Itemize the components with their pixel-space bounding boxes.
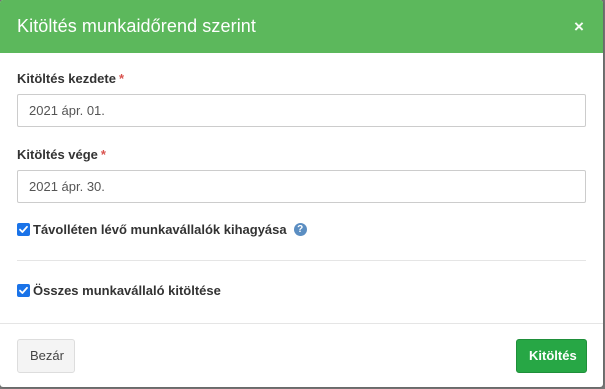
end-date-label: Kitöltés vége xyxy=(17,147,98,162)
fill-all-row: Összes munkavállaló kitöltése xyxy=(17,283,586,298)
fill-button[interactable]: Kitöltés xyxy=(516,338,587,373)
fill-all-checkbox[interactable] xyxy=(17,284,30,297)
fill-by-schedule-dialog: Kitöltés munkaidőrend szerint × Kitöltés… xyxy=(0,0,603,387)
required-marker: * xyxy=(100,147,106,162)
start-date-label-wrap: Kitöltés kezdete * xyxy=(17,71,586,86)
skip-absent-checkbox[interactable] xyxy=(17,223,30,236)
check-icon xyxy=(19,286,28,294)
start-date-label: Kitöltés kezdete xyxy=(17,71,116,86)
check-icon xyxy=(19,225,28,233)
skip-absent-label[interactable]: Távolléten lévő munkavállalók kihagyása xyxy=(33,222,287,237)
end-date-label-wrap: Kitöltés vége * xyxy=(17,147,586,162)
end-date-input[interactable] xyxy=(17,170,586,203)
dialog-body: Kitöltés kezdete* Kitöltés vége* Távollé… xyxy=(0,53,603,298)
fill-all-label[interactable]: Összes munkavállaló kitöltése xyxy=(33,283,221,298)
end-date-field: Kitöltés vége * xyxy=(17,147,586,203)
start-date-field: Kitöltés kezdete * xyxy=(17,71,586,127)
help-icon[interactable]: ? xyxy=(293,223,307,236)
required-marker: * xyxy=(118,71,125,86)
dialog-title: Kitöltés munkaidőrend szerint xyxy=(17,16,257,36)
dialog-header: Kitöltés munkaidőrend szerint × xyxy=(0,0,603,53)
start-date-input[interactable] xyxy=(17,94,586,127)
close-button[interactable]: Bezár xyxy=(17,338,75,373)
dialog-footer: Bezár Kitöltés xyxy=(0,323,603,387)
skip-absent-row: Távolléten lévő munkavállalók kihagyása … xyxy=(17,222,586,237)
divider xyxy=(17,260,586,261)
close-icon[interactable]: × xyxy=(572,18,586,35)
